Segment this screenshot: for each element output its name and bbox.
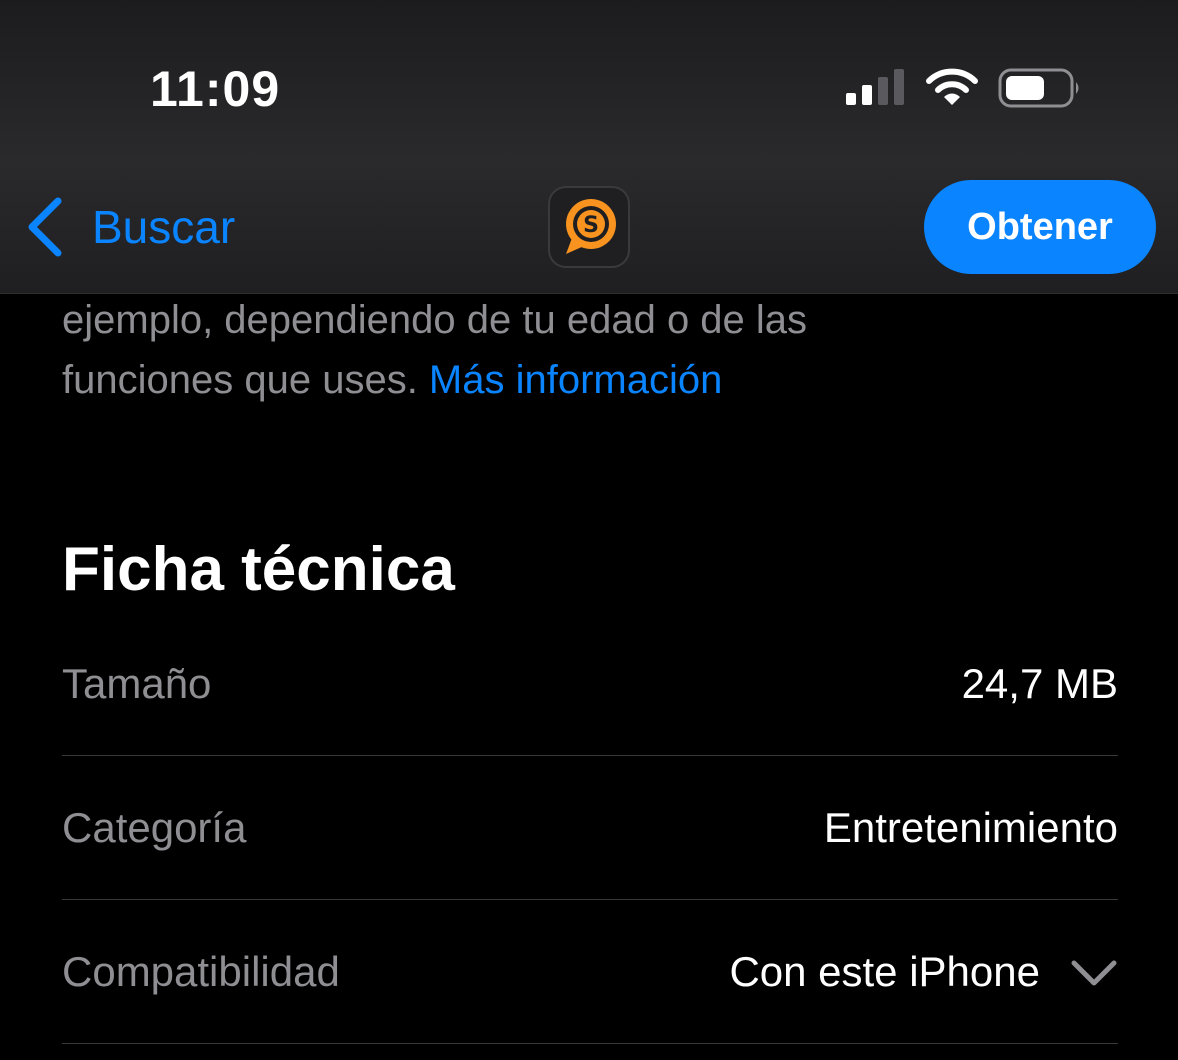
app-icon: S [548,186,630,268]
battery-icon [998,68,1079,108]
description-line-2: funciones que uses. Más información [62,350,1142,410]
info-value: 24,7 MB [961,659,1118,707]
cellular-signal-icon [846,69,904,105]
age-rating-description: ejemplo, dependiendo de tu edad o de las… [62,290,1142,410]
chat-bubble-dollar-icon: S [566,199,616,254]
info-key: Compatibilidad [62,947,340,995]
info-row-category: Categoría Entretenimiento [62,756,1118,900]
status-time: 11:09 [150,61,281,117]
info-row-size: Tamaño 24,7 MB [62,612,1118,756]
info-value-compatibility: Con este iPhone [729,948,1118,996]
section-title: Ficha técnica [62,535,455,604]
get-button[interactable]: Obtener [924,180,1156,274]
more-info-link[interactable]: Más información [429,358,722,402]
info-key: Tamaño [62,659,212,707]
top-bar: 11:09 Buscar S Obtener [0,0,1178,294]
svg-text:S: S [583,213,599,238]
description-line-2-text: funciones que uses. [62,358,429,402]
info-row-compatibility[interactable]: Compatibilidad Con este iPhone [62,900,1118,1044]
app-store-screen: 11:09 Buscar S Obtener ejemplo, dependie… [0,0,1178,1060]
back-button[interactable]: Buscar [24,190,235,264]
info-value: Con este iPhone [729,947,1040,995]
info-key: Categoría [62,803,247,851]
back-button-label: Buscar [92,201,236,253]
description-line-1: ejemplo, dependiendo de tu edad o de las [62,298,808,342]
info-value: Entretenimiento [823,803,1118,851]
wifi-icon [926,68,978,105]
chevron-down-icon[interactable] [1070,957,1118,987]
chevron-left-icon [28,197,62,257]
